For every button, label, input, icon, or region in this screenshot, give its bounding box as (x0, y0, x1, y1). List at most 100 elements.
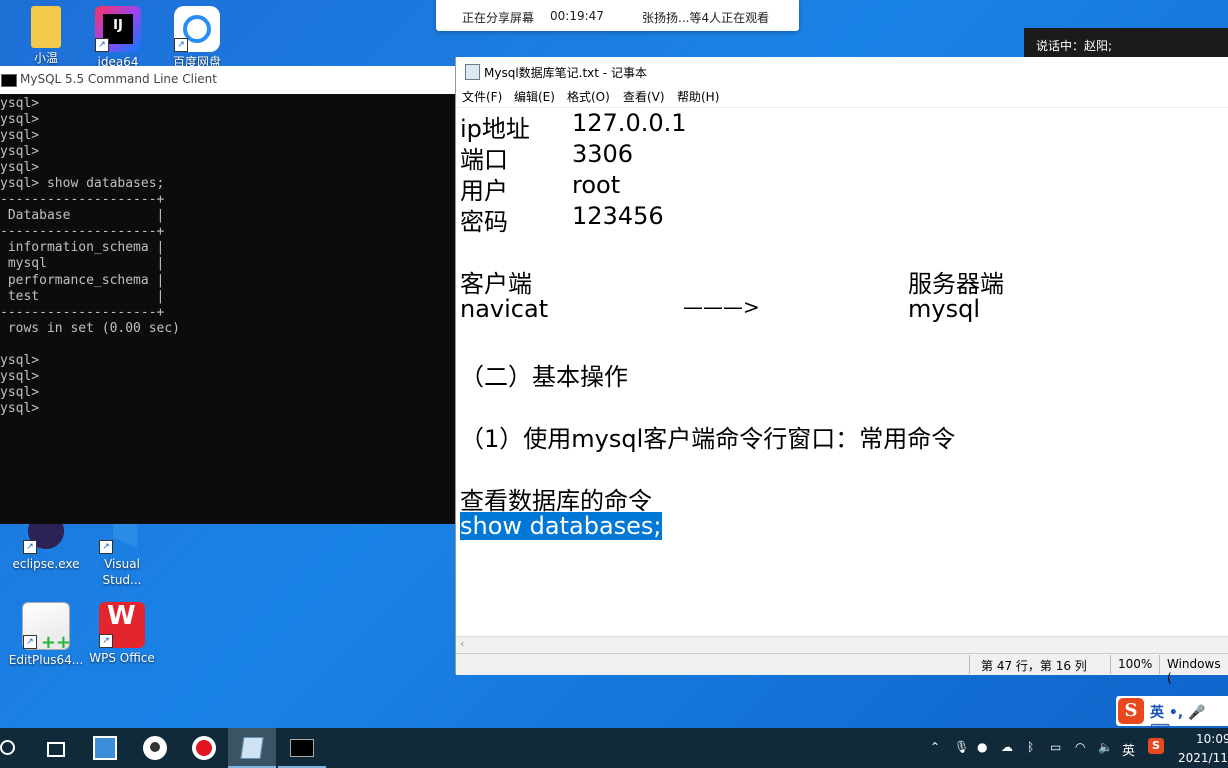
item-cli-commands: （1）使用mysql客户端命令行窗口：常用命令 (460, 425, 956, 453)
notepad-editor[interactable]: ip地址 127.0.0.1 端口 3306 用户 root 密码 123456… (456, 108, 1228, 693)
shortcut-arrow-icon: ↗ (95, 38, 109, 52)
ime-toolbar[interactable]: S 英 •, 🎤 ⌨ (1116, 696, 1228, 738)
arrow-text: ———> (683, 295, 760, 319)
menu-view[interactable]: 查看(V) (623, 88, 665, 105)
cloud-icon[interactable]: ☁ (1001, 740, 1013, 754)
desktop-icon-folder[interactable]: 小温 (8, 6, 84, 66)
desktop-icon-editplus[interactable]: ++ ↗ EditPlus64... (8, 602, 84, 668)
port-label: 端口 (460, 146, 508, 174)
console-line: --------------------+ (0, 192, 165, 208)
speaking-indicator: 说话中：赵阳; (1024, 28, 1228, 60)
console-line: ysql> (0, 112, 40, 128)
console-line: ysql> (0, 160, 40, 176)
desktop-icon-idea[interactable]: IJ ↗ idea64 (80, 6, 156, 70)
console-line: Database | (0, 208, 165, 224)
shortcut-arrow-icon: ↗ (174, 38, 188, 52)
battery-icon[interactable]: ▭ (1050, 740, 1061, 754)
notepad-menubar: 文件(F) 编辑(E) 格式(O) 查看(V) 帮助(H) (456, 85, 1228, 108)
console-line: information_schema | (0, 240, 165, 256)
server-label: 服务器端 (908, 270, 1004, 298)
console-line: --------------------+ (0, 304, 165, 320)
console-line: rows in set (0.00 sec) (0, 320, 181, 336)
mysql-console-taskbar-icon (290, 739, 314, 757)
console-line: ysql> (0, 352, 40, 368)
notepad-statusbar: 第 47 行，第 16 列 100% Windows ( (456, 653, 1228, 685)
console-line: --------------------+ (0, 224, 165, 240)
language-indicator[interactable]: 英 (1122, 740, 1135, 759)
share-viewers[interactable]: 张扬扬...等4人正在观看 (642, 9, 769, 26)
desktop-icon-label: eclipse.exe (12, 557, 80, 571)
share-status: 正在分享屏幕 (462, 11, 535, 25)
shortcut-arrow-icon: ↗ (99, 634, 113, 648)
clock-time[interactable]: 10:09 (1196, 732, 1228, 746)
server-value: mysql (908, 295, 980, 323)
bluetooth-icon[interactable]: ᛒ (1027, 740, 1034, 754)
notepad-taskbar-icon (240, 737, 264, 759)
password-label: 密码 (460, 208, 508, 236)
volume-icon[interactable]: 🔈 (1098, 740, 1113, 754)
console-line: ysql> (0, 384, 40, 400)
port-value: 3306 (572, 140, 634, 168)
console-line: ysql> (0, 400, 40, 416)
task-view-icon[interactable] (42, 734, 70, 762)
app-icon-avatar[interactable] (141, 734, 169, 762)
clock-date[interactable]: 2021/11/ (1178, 751, 1228, 765)
speaking-text: 说话中：赵阳; (1036, 39, 1113, 53)
shortcut-arrow-icon: ↗ (99, 540, 113, 554)
notepad-window[interactable]: Mysql数据库笔记.txt - 记事本 文件(F) 编辑(E) 格式(O) 查… (455, 57, 1228, 685)
qq-icon[interactable]: ● (977, 740, 987, 754)
taskbar-mysql-console[interactable] (278, 728, 326, 768)
desktop-icon-label: 小温 (33, 51, 58, 65)
record-icon[interactable] (190, 734, 218, 762)
horizontal-scrollbar[interactable]: ‹ (456, 636, 1228, 653)
intellij-icon: IJ ↗ (95, 6, 141, 52)
cursor-position: 第 47 行，第 16 列 (981, 659, 1087, 673)
menu-edit[interactable]: 编辑(E) (514, 88, 555, 105)
search-icon[interactable] (0, 734, 28, 762)
wifi-icon[interactable]: ◠ (1075, 740, 1085, 754)
desktop-icon-baidu-netdisk[interactable]: ↗ 百度网盘 (159, 6, 235, 70)
password-value: 123456 (572, 202, 664, 230)
console-line: test | (0, 288, 165, 304)
console-line: mysql | (0, 256, 165, 272)
menu-help[interactable]: 帮助(H) (677, 88, 719, 105)
app-icon-blue-square[interactable] (91, 734, 119, 762)
client-label: 客户端 (460, 270, 532, 298)
console-line: ysql> (0, 96, 40, 111)
console-line: ysql> (0, 368, 40, 384)
zoom-level: 100% (1118, 657, 1153, 671)
sogou-logo-icon: S (1118, 698, 1144, 724)
sogou-tray-icon[interactable]: S (1148, 738, 1164, 754)
baidu-netdisk-icon: ↗ (174, 6, 220, 52)
console-title: MySQL 5.5 Command Line Client (20, 72, 217, 86)
client-value: navicat (460, 295, 549, 323)
folder-icon (31, 6, 61, 48)
shortcut-arrow-icon: ↗ (23, 635, 37, 649)
selected-command-text[interactable]: show databases; (460, 512, 662, 540)
command-title: 查看数据库的命令 (460, 487, 652, 515)
section-basic-ops: （二）基本操作 (460, 363, 628, 391)
editplus-icon: ++ ↗ (22, 602, 71, 652)
mysql-console-window[interactable]: MySQL 5.5 Command Line Client ysql> ysql>… (0, 66, 455, 524)
console-line: performance_schema | (0, 272, 165, 288)
scroll-left-icon[interactable]: ‹ (460, 637, 464, 650)
desktop-icon-label: WPS Office (89, 651, 155, 665)
desktop-icon-wps[interactable]: W ↗ WPS Office (84, 602, 160, 666)
microphone-icon[interactable]: 🎙 (954, 740, 969, 754)
notepad-title: Mysql数据库笔记.txt - 记事本 (484, 66, 647, 80)
screen-share-bar[interactable]: 正在分享屏幕 00:19:47 张扬扬...等4人正在观看 (436, 0, 799, 31)
console-output[interactable]: ysql> ysql> ysql> ysql> ysql> ysql> show data… (0, 94, 455, 417)
menu-format[interactable]: 格式(O) (567, 88, 610, 105)
console-titlebar[interactable]: MySQL 5.5 Command Line Client (0, 66, 455, 94)
user-label: 用户 (460, 177, 508, 205)
notepad-titlebar[interactable]: Mysql数据库笔记.txt - 记事本 (456, 57, 1228, 85)
taskbar-notepad-active[interactable] (228, 728, 276, 768)
ip-value: 127.0.0.1 (572, 109, 687, 137)
ip-label: ip地址 (460, 115, 530, 143)
taskbar: ⌃ 🎙 ● ☁ ᛒ ▭ ◠ 🔈 英 S 10:09 2021/11/ (0, 728, 1228, 768)
tray-chevron-up-icon[interactable]: ⌃ (930, 740, 940, 754)
console-app-icon (1, 74, 17, 87)
menu-file[interactable]: 文件(F) (462, 88, 502, 105)
encoding: Windows ( (1167, 657, 1221, 685)
